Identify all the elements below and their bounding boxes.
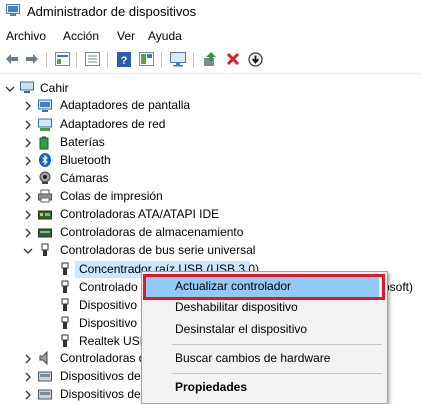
tree-category[interactable]: Bluetooth: [0, 152, 422, 169]
tree-category-usb[interactable]: Controladoras de bus serie universal: [0, 242, 422, 259]
printer-icon: [38, 189, 52, 203]
properties-icon[interactable]: [54, 51, 70, 67]
device-list-icon[interactable]: [84, 51, 100, 67]
usb-plug-icon: [61, 316, 69, 329]
menu-archivo[interactable]: Archivo: [6, 29, 46, 43]
menu-item-scan-hardware[interactable]: Buscar cambios de hardware: [142, 349, 385, 369]
toolbar-separator: [161, 52, 162, 68]
battery-icon: [39, 136, 49, 150]
tree-root-label: Cahir: [40, 81, 69, 95]
usb-plug-icon: [61, 334, 69, 347]
menu-item-uninstall-device[interactable]: Desinstalar el dispositivo: [142, 320, 385, 340]
bluetooth-icon: [39, 153, 51, 167]
toolbar: ?: [0, 47, 422, 74]
menu-item-disable-device[interactable]: Deshabilitar dispositivo: [142, 298, 385, 318]
camera-icon: [39, 171, 51, 184]
chevron-right-icon[interactable]: [23, 390, 33, 400]
toolbar-separator: [107, 52, 108, 68]
device-category-icon: [38, 371, 52, 382]
download-icon[interactable]: [247, 51, 263, 67]
tree-category-label: Controladoras de bus serie universal: [60, 243, 256, 257]
menu-accion[interactable]: Acción: [63, 29, 99, 43]
chevron-down-icon[interactable]: [23, 246, 33, 256]
tree-category-label: Baterías: [60, 135, 105, 149]
tree-category[interactable]: Adaptadores de pantalla: [0, 97, 422, 114]
menu-ayuda[interactable]: Ayuda: [148, 29, 182, 43]
toolbar-separator: [193, 52, 194, 68]
tree-category[interactable]: Colas de impresión: [0, 188, 422, 205]
display-adapter-icon: [38, 99, 52, 112]
tree-category-label: Dispositivos de: [60, 387, 141, 401]
title-bar: Administrador de dispositivos: [0, 0, 422, 26]
tree-category-label: Controladoras de: [60, 351, 153, 365]
monitor-icon[interactable]: [170, 51, 186, 67]
tree-category-label: Colas de impresión: [60, 189, 163, 203]
svg-text:?: ?: [121, 55, 128, 67]
audio-controller-icon: [39, 351, 48, 365]
device-manager-icon: [6, 4, 20, 16]
menu-separator: [172, 344, 382, 345]
tree-category[interactable]: Cámaras: [0, 170, 422, 187]
tree-category-label: Adaptadores de red: [60, 117, 166, 131]
tree-root[interactable]: Cahir: [0, 80, 422, 97]
annotation-highlight-box: [143, 274, 385, 300]
tree-category-label: Adaptadores de pantalla: [60, 98, 191, 112]
chevron-right-icon[interactable]: [23, 138, 33, 148]
uninstall-icon[interactable]: [225, 51, 241, 67]
chevron-right-icon[interactable]: [23, 101, 33, 111]
chevron-right-icon[interactable]: [23, 174, 33, 184]
tree-category-label: Controladoras de almacenamiento: [60, 225, 244, 239]
tree-category-label: Controladoras ATA/ATAPI IDE: [60, 207, 220, 221]
view-icon[interactable]: [138, 51, 154, 67]
usb-device-label: Controlado: [79, 280, 138, 294]
chevron-right-icon[interactable]: [23, 156, 33, 166]
toolbar-separator: [46, 52, 47, 68]
back-icon[interactable]: [4, 51, 20, 67]
chevron-right-icon[interactable]: [23, 210, 33, 220]
usb-device-label: Dispositivo: [79, 316, 138, 330]
tree-category[interactable]: Controladoras de almacenamiento: [0, 224, 422, 241]
usb-plug-icon: [61, 280, 69, 293]
menu-ver[interactable]: Ver: [117, 29, 135, 43]
storage-controller-icon: [38, 228, 52, 238]
chevron-right-icon[interactable]: [23, 120, 33, 130]
chevron-right-icon[interactable]: [23, 372, 33, 382]
device-category-icon: [38, 389, 52, 400]
usb-plug-icon: [61, 262, 69, 275]
toolbar-separator: [76, 52, 77, 68]
usb-plug-icon: [61, 298, 69, 311]
update-driver-icon[interactable]: [202, 51, 218, 67]
tree-category[interactable]: Adaptadores de red: [0, 116, 422, 133]
tree-category-label: Bluetooth: [60, 153, 111, 167]
chevron-right-icon[interactable]: [23, 228, 33, 238]
menu-bar: Archivo Acción Ver Ayuda: [0, 26, 422, 46]
window-title: Administrador de dispositivos: [27, 4, 197, 19]
tree-category-label: Cámaras: [60, 171, 109, 185]
computer-icon: [20, 81, 34, 93]
chevron-down-icon[interactable]: [5, 84, 15, 94]
tree-category[interactable]: Controladoras ATA/ATAPI IDE: [0, 206, 422, 223]
chevron-right-icon[interactable]: [23, 354, 33, 364]
chevron-right-icon[interactable]: [23, 192, 33, 202]
tree-category[interactable]: Baterías: [0, 134, 422, 151]
ide-controller-icon: [38, 210, 52, 220]
usb-device-label: Dispositivo: [79, 298, 138, 312]
menu-item-properties[interactable]: Propiedades: [142, 378, 385, 398]
help-icon[interactable]: ?: [116, 51, 132, 67]
tree-category-label: Dispositivos de: [60, 369, 141, 383]
usb-device-label: Realtek USB: [79, 334, 148, 348]
forward-icon[interactable]: [24, 51, 40, 67]
menu-separator: [172, 373, 382, 374]
usb-controller-icon: [41, 243, 49, 256]
network-adapter-icon: [38, 118, 52, 131]
